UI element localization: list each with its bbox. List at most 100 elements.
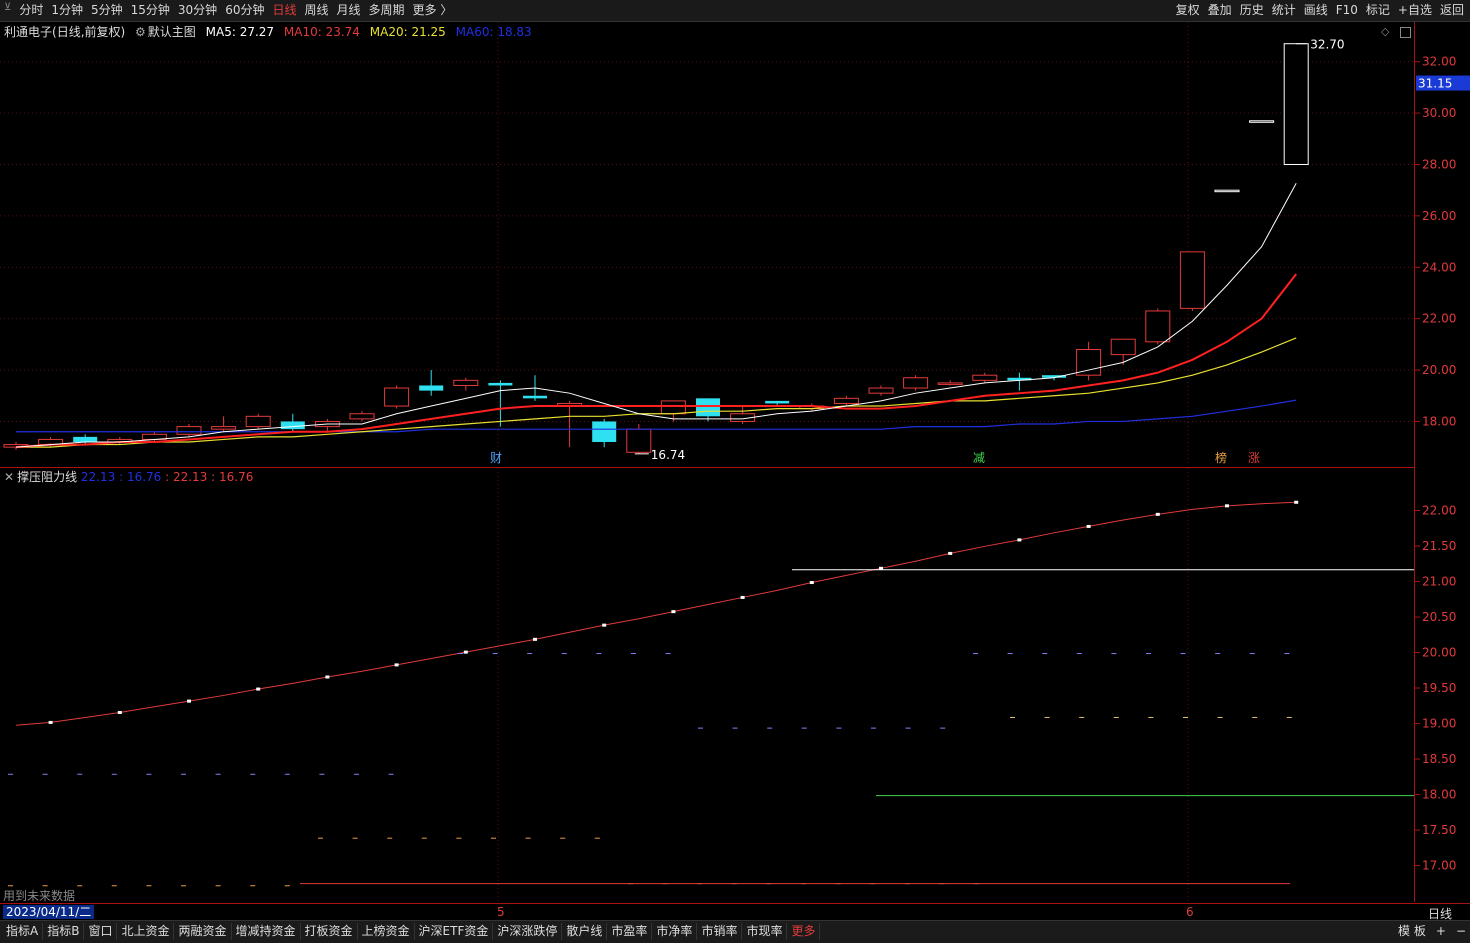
event-marker: 榜 xyxy=(1215,450,1227,465)
tool-buttons: 复权 叠加 历史 统计 画线 F10 标记 +自选 返回 xyxy=(1172,2,1468,19)
sub-axis-tick-label: 19.00 xyxy=(1422,717,1456,731)
support-dot xyxy=(48,720,53,724)
high-price-label: 32.70 xyxy=(1310,38,1344,52)
support-dot xyxy=(740,595,745,599)
tool-button-3[interactable]: 统计 xyxy=(1268,2,1300,19)
main-chart-area[interactable]: 利通电子(日线,前复权) ⚙ 默认主图 MA5: 27.27 MA10: 23.7… xyxy=(0,22,1414,466)
indicator-tab-10[interactable]: 散户线 xyxy=(562,923,608,940)
candle-body xyxy=(523,395,547,399)
axis-tick-label: 18.00 xyxy=(1422,414,1456,428)
bottom-control-0[interactable]: 模 板 xyxy=(1398,923,1426,940)
tool-button-0[interactable]: 复权 xyxy=(1172,2,1204,19)
candle-body xyxy=(626,428,652,453)
period-tab-0[interactable]: 分时 xyxy=(15,2,47,19)
candle-body xyxy=(868,387,894,394)
candle-body xyxy=(211,426,237,430)
collapse-icon[interactable]: ⊻ xyxy=(4,2,11,19)
indicator-tab-3[interactable]: 北上资金 xyxy=(117,923,175,940)
candle-body xyxy=(592,421,617,443)
candlestick-chart: 32.70 16.74 财 减 榜 涨 xyxy=(0,22,1414,466)
support-dot xyxy=(1294,500,1299,504)
period-tab-5[interactable]: 60分钟 xyxy=(221,2,268,19)
candle-body xyxy=(972,374,998,381)
tool-button-7[interactable]: +自选 xyxy=(1394,2,1436,19)
axis-tick-label: 26.00 xyxy=(1422,209,1456,223)
candle-body xyxy=(453,379,479,386)
candle-body xyxy=(73,436,98,443)
support-dot xyxy=(533,637,537,641)
candle-body xyxy=(937,382,963,385)
sub-axis-tick-label: 19.50 xyxy=(1422,681,1456,695)
sub-axis-tick-label: 20.00 xyxy=(1422,646,1456,660)
candle-body xyxy=(765,400,790,404)
support-dot xyxy=(602,623,607,627)
bottom-control-2[interactable]: − xyxy=(1456,923,1466,940)
candle-body xyxy=(384,387,410,407)
candle-body xyxy=(488,382,513,386)
support-dot xyxy=(394,663,399,667)
candle-body xyxy=(1249,120,1275,123)
tool-button-4[interactable]: 画线 xyxy=(1300,2,1332,19)
event-marker: 减 xyxy=(973,451,985,465)
indicator-tab-4[interactable]: 两融资金 xyxy=(174,923,232,940)
tool-button-6[interactable]: 标记 xyxy=(1362,2,1394,19)
sub-axis-tick-label: 22.00 xyxy=(1422,504,1456,518)
period-tab-8[interactable]: 月线 xyxy=(333,2,365,19)
period-tab-3[interactable]: 15分钟 xyxy=(127,2,174,19)
period-tab-10[interactable]: 更多 〉 xyxy=(409,2,457,19)
bottom-controls: 模 板 + − xyxy=(1398,923,1466,940)
period-tab-7[interactable]: 周线 xyxy=(300,2,332,19)
indicator-tab-2[interactable]: 窗口 xyxy=(84,923,118,940)
tool-button-1[interactable]: 叠加 xyxy=(1204,2,1236,19)
indicator-tab-14[interactable]: 市现率 xyxy=(742,923,788,940)
tool-button-8[interactable]: 返回 xyxy=(1436,2,1468,19)
tool-button-2[interactable]: 历史 xyxy=(1236,2,1268,19)
indicator-tab-7[interactable]: 上榜资金 xyxy=(358,923,415,940)
future-data-note: 用到未来数据 xyxy=(3,889,76,903)
candle-body xyxy=(833,397,859,404)
indicator-tab-5[interactable]: 增减持资金 xyxy=(232,923,301,940)
indicator-tab-13[interactable]: 市销率 xyxy=(697,923,743,940)
support-dot xyxy=(671,610,676,614)
indicator-tab-8[interactable]: 沪深ETF资金 xyxy=(415,923,494,940)
candle-body xyxy=(660,400,686,415)
period-tab-9[interactable]: 多周期 xyxy=(365,2,409,19)
axis-tick-label: 30.00 xyxy=(1422,106,1456,120)
cursor-date: 2023/04/11/二 xyxy=(3,905,94,919)
period-tab-1[interactable]: 1分钟 xyxy=(47,2,87,19)
indicator-tab-9[interactable]: 沪深涨跌停 xyxy=(493,923,563,940)
axis-tick-label: 22.00 xyxy=(1422,312,1456,326)
indicator-tab-1[interactable]: 指标B xyxy=(43,923,85,940)
candle-body xyxy=(1110,338,1136,356)
axis-tick-label: 24.00 xyxy=(1422,260,1456,274)
price-axis-labels: 32.00 30.00 28.00 26.00 24.00 22.00 20.00 18.00… xyxy=(1415,55,1470,873)
event-marker: 财 xyxy=(490,451,502,465)
indicator-tab-0[interactable]: 指标A xyxy=(2,923,44,940)
date-axis: 2023/04/11/二 5 6 日线 xyxy=(0,903,1470,921)
bottom-control-1[interactable]: + xyxy=(1436,923,1446,940)
current-price-label: 31.15 xyxy=(1418,77,1452,91)
indicator-tab-12[interactable]: 市净率 xyxy=(652,923,698,940)
candle-body xyxy=(1145,310,1171,343)
tool-button-5[interactable]: F10 xyxy=(1332,2,1362,19)
indicator-panel[interactable]: ✕ 撑压阻力线 22.13 : 16.76 : 22.13 : 16.76 用到未… xyxy=(0,467,1414,903)
period-tab-4[interactable]: 30分钟 xyxy=(174,2,221,19)
period-tab-2[interactable]: 5分钟 xyxy=(87,2,127,19)
sub-axis-tick-label: 18.00 xyxy=(1422,788,1456,802)
support-dot xyxy=(1086,524,1091,528)
period-tab-6[interactable]: 日线 xyxy=(268,2,300,19)
candle-body xyxy=(245,415,271,428)
candle-body xyxy=(176,426,202,435)
indicator-tab-15[interactable]: 更多 xyxy=(787,923,821,940)
sub-axis-tick-label: 18.50 xyxy=(1422,752,1456,766)
candle-body xyxy=(280,421,305,430)
period-tabs: ⊻ 分时 1分钟 5分钟 15分钟 30分钟 60分钟 日线 周线 月线 多周期 更多 〉 xyxy=(4,2,456,19)
indicator-tab-6[interactable]: 打板资金 xyxy=(301,923,358,940)
indicator-tab-11[interactable]: 市盈率 xyxy=(607,923,653,940)
month-mark-6: 6 xyxy=(1186,905,1194,919)
indicator-tabs-bar: 指标A 指标B 窗口 北上资金 两融资金 增减持资金 打板资金 上榜资金 沪深ETF资金 沪深涨跌… xyxy=(0,920,1470,943)
sub-axis-tick-label: 21.50 xyxy=(1422,539,1456,553)
ma5-line xyxy=(15,183,1297,448)
support-dot xyxy=(1017,538,1022,542)
candle-body xyxy=(1076,349,1102,376)
